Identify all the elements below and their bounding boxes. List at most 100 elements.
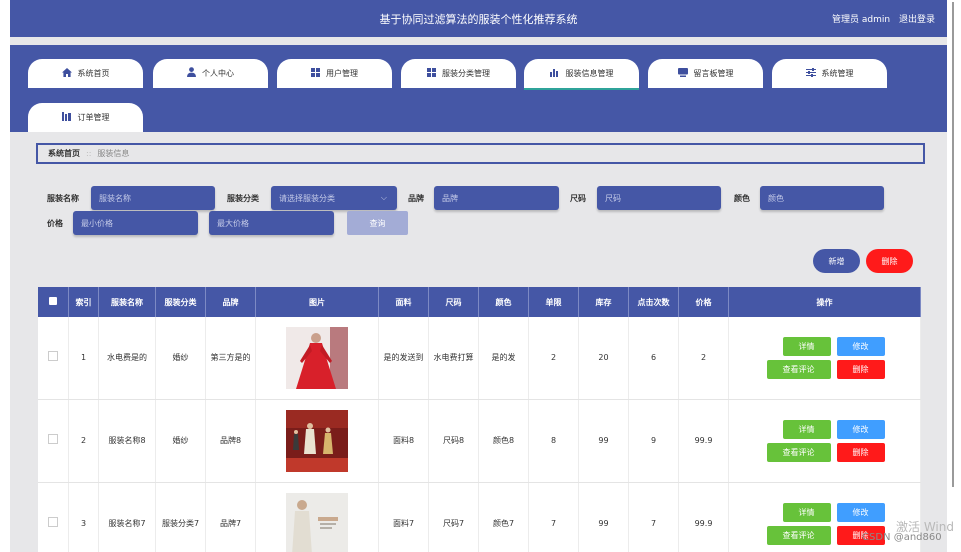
table-row: 3 服装名称7 服装分类7 品牌7 面料7 尺码7 颜色7 7 99 7 99.… — [38, 482, 921, 552]
user-area: 管理员 admin 退出登录 — [826, 12, 935, 25]
detail-button[interactable]: 详情 — [782, 503, 831, 522]
column-header: 点击次数 — [628, 287, 679, 317]
top-bar: 基于协同过滤算法的服装个性化推荐系统 管理员 admin 退出登录 — [10, 0, 947, 37]
tab-label: 系统管理 — [821, 69, 854, 78]
grid-icon — [427, 67, 436, 80]
tab-category-management[interactable]: 服装分类管理 — [401, 59, 516, 88]
clothing-image[interactable] — [286, 327, 348, 389]
select-all-checkbox[interactable] — [49, 297, 57, 305]
table-header-row: 索引 服装名称 服装分类 品牌 图片 面料 尺码 颜色 单限 库存 点击次数 价… — [38, 287, 921, 317]
column-header: 索引 — [68, 287, 99, 317]
cell-name: 服装名称7 — [98, 482, 156, 552]
cell-stock: 99 — [578, 482, 629, 552]
cell-limit: 2 — [528, 317, 579, 400]
cell-price: 99.9 — [678, 399, 729, 483]
tab-profile[interactable]: 个人中心 — [153, 59, 268, 88]
tab-system-management[interactable]: 系统管理 — [772, 59, 887, 88]
column-header: 品牌 — [205, 287, 256, 317]
max-price-placeholder: 最大价格 — [217, 218, 249, 228]
cell-name: 服装名称8 — [98, 399, 156, 483]
add-button[interactable]: 新增 — [813, 249, 860, 273]
column-header: 操作 — [728, 287, 921, 317]
cell-index: 2 — [68, 399, 99, 483]
cell-brand: 品牌7 — [205, 482, 256, 552]
tab-label: 服装分类管理 — [442, 69, 490, 78]
cell-image — [255, 482, 379, 552]
tab-order-management[interactable]: 订单管理 — [28, 103, 143, 132]
clothing-image[interactable] — [286, 410, 348, 472]
view-comments-button[interactable]: 查看评论 — [766, 443, 831, 462]
detail-button[interactable]: 详情 — [782, 420, 831, 439]
brand-input[interactable]: 品牌 — [434, 186, 559, 210]
breadcrumb-home[interactable]: 系统首页 — [48, 148, 80, 159]
view-comments-button[interactable]: 查看评论 — [766, 526, 831, 545]
column-header: 服装名称 — [98, 287, 156, 317]
max-price-input[interactable]: 最大价格 — [209, 211, 334, 235]
query-button[interactable]: 查询 — [347, 211, 408, 235]
row-checkbox[interactable] — [48, 350, 58, 361]
column-header: 库存 — [578, 287, 629, 317]
batch-delete-button[interactable]: 删除 — [866, 249, 913, 273]
category-label: 服装分类 — [227, 194, 259, 203]
detail-button[interactable]: 详情 — [782, 337, 831, 356]
tab-label: 个人中心 — [202, 69, 234, 78]
cell-fabric: 面料8 — [378, 399, 429, 483]
logout-link[interactable]: 退出登录 — [899, 15, 935, 25]
row-checkbox[interactable] — [48, 516, 58, 527]
column-header: 单限 — [528, 287, 579, 317]
cell-limit: 8 — [528, 399, 579, 483]
cell-color: 颜色7 — [478, 482, 529, 552]
grid-icon — [311, 67, 320, 80]
cell-brand: 品牌8 — [205, 399, 256, 483]
tab-home[interactable]: 系统首页 — [28, 59, 143, 88]
edit-button[interactable]: 修改 — [836, 337, 885, 356]
message-icon — [677, 67, 688, 80]
cell-limit: 7 — [528, 482, 579, 552]
row-checkbox[interactable] — [48, 433, 58, 444]
cell-price: 99.9 — [678, 482, 729, 552]
cell-actions: 详情 修改 查看评论 删除 — [728, 399, 921, 483]
delete-button[interactable]: 删除 — [836, 443, 885, 462]
tab-label: 用户管理 — [326, 69, 358, 78]
color-input[interactable]: 颜色 — [760, 186, 884, 210]
cell-stock: 99 — [578, 399, 629, 483]
cell-size: 水电费打算 — [428, 317, 479, 400]
select-all-cell[interactable] — [38, 287, 69, 317]
sliders-icon — [805, 67, 816, 80]
page-scrollbar[interactable] — [948, 0, 961, 552]
tab-clothing-management[interactable]: 服装信息管理 — [524, 59, 639, 90]
min-price-input[interactable]: 最小价格 — [73, 211, 198, 235]
tab-message-board[interactable]: 留言板管理 — [648, 59, 763, 88]
cell-category: 服装分类7 — [155, 482, 206, 552]
name-placeholder: 服装名称 — [99, 193, 131, 203]
name-input[interactable]: 服装名称 — [91, 186, 215, 210]
delete-button[interactable]: 删除 — [836, 360, 885, 379]
app-title: 基于协同过滤算法的服装个性化推荐系统 — [379, 13, 578, 26]
breadcrumb-separator: :: — [86, 149, 92, 158]
breadcrumb-current: 服装信息 — [97, 149, 130, 158]
category-select[interactable]: 请选择服装分类 ⌵ — [271, 186, 397, 210]
cell-clicks: 6 — [628, 317, 679, 400]
name-label: 服装名称 — [47, 194, 79, 203]
brand-label: 品牌 — [408, 194, 424, 203]
size-label: 尺码 — [570, 194, 586, 203]
cell-fabric: 面料7 — [378, 482, 429, 552]
edit-button[interactable]: 修改 — [836, 420, 885, 439]
clothing-image[interactable] — [286, 493, 348, 552]
color-placeholder: 颜色 — [768, 193, 784, 203]
price-label: 价格 — [47, 219, 63, 228]
cell-index: 3 — [68, 482, 99, 552]
min-price-placeholder: 最小价格 — [81, 218, 113, 228]
tab-user-management[interactable]: 用户管理 — [277, 59, 392, 88]
tab-label: 系统首页 — [77, 69, 110, 78]
scrollbar-thumb[interactable] — [952, 2, 954, 487]
tab-label: 服装信息管理 — [565, 69, 614, 78]
size-input[interactable]: 尺码 — [597, 186, 721, 210]
view-comments-button[interactable]: 查看评论 — [766, 360, 831, 379]
column-header: 面料 — [378, 287, 429, 317]
csdn-watermark: CSDN @and860 — [862, 532, 942, 543]
cell-clicks: 7 — [628, 482, 679, 552]
edit-button[interactable]: 修改 — [836, 503, 885, 522]
cell-brand: 第三方是的 — [205, 317, 256, 400]
cell-fabric: 是的发送到 — [378, 317, 429, 400]
